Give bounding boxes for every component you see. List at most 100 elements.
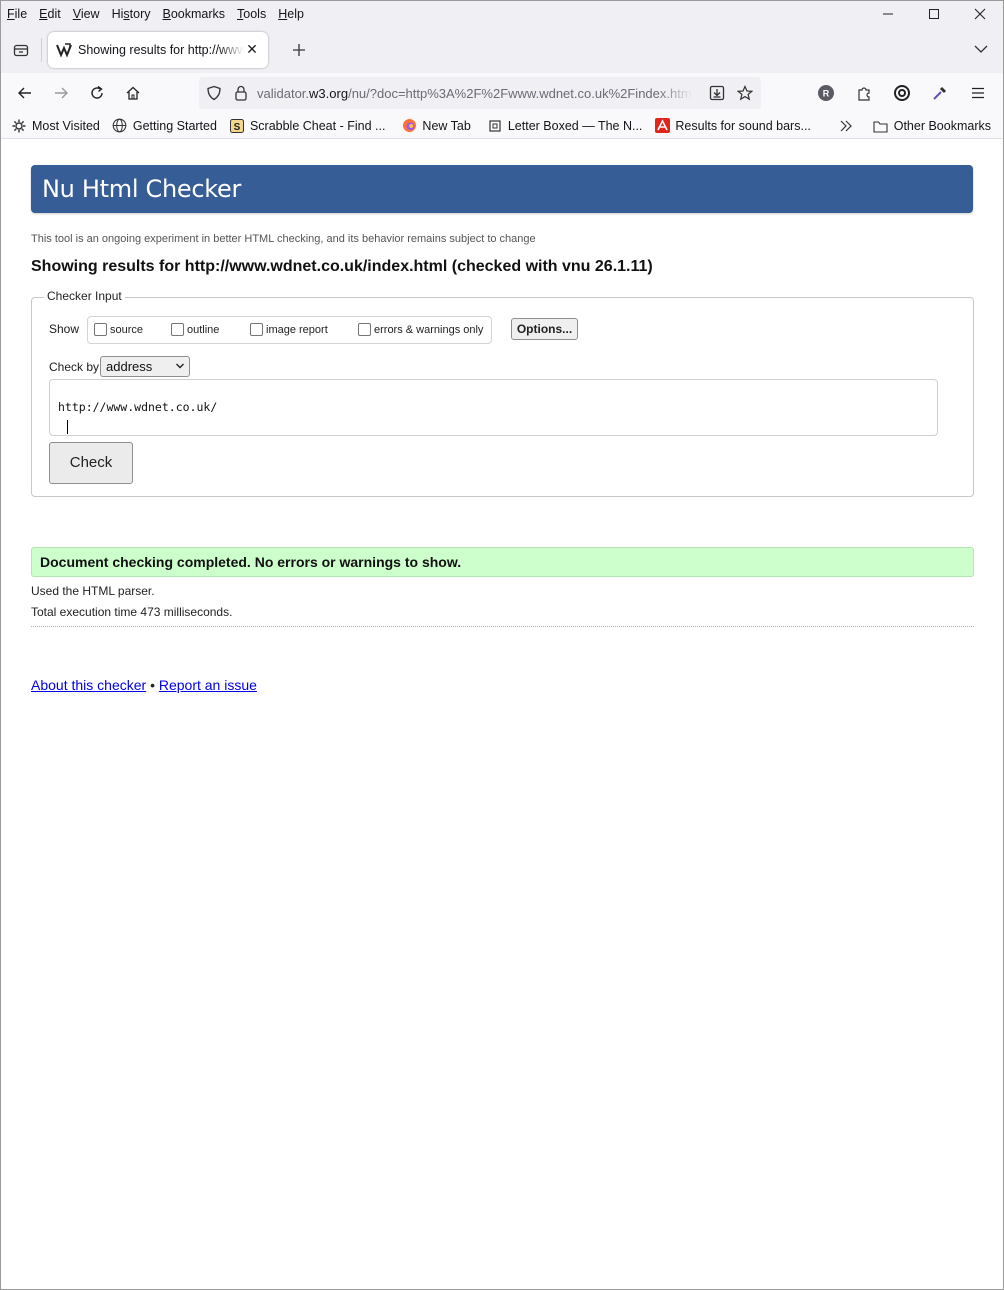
puzzle-icon	[858, 87, 870, 101]
shield-icon	[207, 85, 221, 101]
bookmark-most-visited[interactable]: Most Visited	[1, 118, 106, 134]
outline-checkbox[interactable]	[171, 323, 184, 336]
maximize-icon	[929, 9, 939, 19]
svg-text:R: R	[823, 89, 830, 99]
tab-active[interactable]: Showing results for http://www.wdnet.co.…	[48, 32, 268, 68]
adobe-icon	[654, 118, 670, 134]
minimize-button[interactable]	[865, 1, 911, 27]
bookmark-star-button[interactable]	[731, 77, 759, 109]
arrow-right-icon	[55, 87, 68, 99]
option-source[interactable]: source	[94, 323, 143, 336]
lock-icon	[235, 85, 247, 101]
url-input-value: http://www.wdnet.co.uk/	[58, 400, 217, 434]
new-tab-button[interactable]	[282, 33, 316, 67]
option-errors-warnings-only[interactable]: errors & warnings only	[358, 323, 483, 336]
firefox-view-icon	[13, 44, 29, 57]
w3c-validator-icon	[56, 42, 72, 58]
navigation-toolbar: validator.w3.org/nu/?doc=http%3A%2F%2Fww…	[1, 73, 1003, 113]
option-outline[interactable]: outline	[171, 323, 219, 336]
chevron-down-icon	[974, 45, 988, 53]
menu-view[interactable]: View	[67, 1, 106, 27]
forward-button[interactable]	[43, 77, 79, 109]
check-by-label: Check by	[49, 360, 100, 374]
close-window-button[interactable]	[957, 1, 1003, 27]
list-all-tabs-button[interactable]	[971, 39, 991, 59]
tab-bar: Showing results for http://www.wdnet.co.…	[1, 27, 1003, 73]
about-checker-link[interactable]: About this checker	[31, 677, 146, 693]
gear-icon	[11, 118, 27, 134]
bookmarks-right: Other Bookmarks	[833, 113, 997, 139]
eyedropper-icon	[933, 86, 947, 100]
home-icon	[126, 86, 140, 100]
account-button[interactable]: R	[807, 77, 845, 109]
url-text[interactable]: validator.w3.org/nu/?doc=http%3A%2F%2Fww…	[257, 86, 693, 101]
extensions-button[interactable]	[845, 77, 883, 109]
bookmark-sound-bars[interactable]: Results for sound bars...	[648, 118, 816, 134]
letterboxed-icon	[487, 118, 503, 134]
bookmark-letter-boxed[interactable]: Letter Boxed — The N...	[477, 118, 649, 134]
checker-input-fieldset: Checker Input Show source outline image …	[31, 289, 974, 497]
sync-extension-button[interactable]	[883, 77, 921, 109]
tracking-protection-button[interactable]	[199, 77, 229, 109]
bookmark-other-bookmarks[interactable]: Other Bookmarks	[867, 118, 997, 134]
maximize-button[interactable]	[911, 1, 957, 27]
star-icon	[737, 85, 753, 101]
window-controls	[865, 1, 1003, 27]
menu-bar: File Edit View History Bookmarks Tools H…	[1, 1, 1003, 27]
menu-file[interactable]: File	[1, 1, 33, 27]
success-message: Document checking completed. No errors o…	[31, 547, 974, 577]
url-input[interactable]: http://www.wdnet.co.uk/	[49, 379, 938, 436]
bookmarks-overflow-button[interactable]	[833, 120, 867, 132]
menu-help[interactable]: Help	[272, 1, 310, 27]
menu-tools[interactable]: Tools	[231, 1, 272, 27]
home-button[interactable]	[115, 77, 151, 109]
header-banner: Nu Html Checker	[31, 165, 973, 213]
folder-icon	[873, 118, 889, 134]
address-bar[interactable]: validator.w3.org/nu/?doc=http%3A%2F%2Fww…	[199, 77, 761, 109]
tab-close-icon[interactable]: ✕	[244, 41, 260, 57]
minimize-icon	[883, 13, 893, 15]
parser-note: Used the HTML parser.	[31, 584, 155, 598]
source-checkbox[interactable]	[94, 323, 107, 336]
site-info-button[interactable]	[229, 77, 253, 109]
divider	[31, 626, 974, 627]
option-image-report[interactable]: image report	[250, 323, 328, 336]
back-button[interactable]	[7, 77, 43, 109]
errors-warnings-only-checkbox[interactable]	[358, 323, 371, 336]
tab-title: Showing results for http://www.wdnet.co.…	[78, 43, 244, 57]
bookmark-getting-started[interactable]: Getting Started	[106, 118, 223, 134]
check-button[interactable]: Check	[49, 442, 133, 484]
bookmark-new-tab[interactable]: New Tab	[391, 118, 476, 134]
firefox-view-button[interactable]	[1, 33, 41, 67]
menu-edit[interactable]: Edit	[33, 1, 67, 27]
menu-history[interactable]: History	[106, 1, 157, 27]
show-options-group: source outline image report errors & war…	[87, 316, 492, 344]
globe-icon	[112, 118, 128, 134]
double-chevron-right-icon	[840, 120, 852, 132]
results-heading: Showing results for http://www.wdnet.co.…	[31, 258, 653, 275]
footer-links: About this checker • Report an issue	[31, 677, 257, 693]
save-to-pocket-button[interactable]	[703, 77, 731, 109]
svg-text:S: S	[234, 122, 241, 133]
fieldset-legend: Checker Input	[44, 289, 125, 303]
bookmark-scrabble-cheat[interactable]: S Scrabble Cheat - Find ...	[223, 118, 391, 134]
account-avatar-icon: R	[818, 85, 834, 101]
report-issue-link[interactable]: Report an issue	[159, 677, 257, 693]
scrabble-icon: S	[229, 118, 245, 134]
check-by-select[interactable]: address	[100, 356, 190, 377]
options-button[interactable]: Options...	[511, 318, 578, 340]
execution-time: Total execution time 473 milliseconds.	[31, 605, 233, 619]
reload-icon	[91, 85, 103, 99]
bookmarks-toolbar: Most Visited Getting Started S Scrabble …	[1, 113, 1003, 139]
tagline: This tool is an ongoing experiment in be…	[31, 233, 536, 245]
eyedropper-button[interactable]	[921, 77, 959, 109]
arrow-left-icon	[18, 87, 31, 99]
text-caret	[67, 420, 68, 434]
download-icon	[709, 85, 725, 101]
show-label: Show	[49, 322, 80, 336]
chevron-down-icon	[176, 363, 184, 369]
app-menu-button[interactable]	[959, 77, 997, 109]
reload-button[interactable]	[79, 77, 115, 109]
menu-bookmarks[interactable]: Bookmarks	[157, 1, 232, 27]
image-report-checkbox[interactable]	[250, 323, 263, 336]
